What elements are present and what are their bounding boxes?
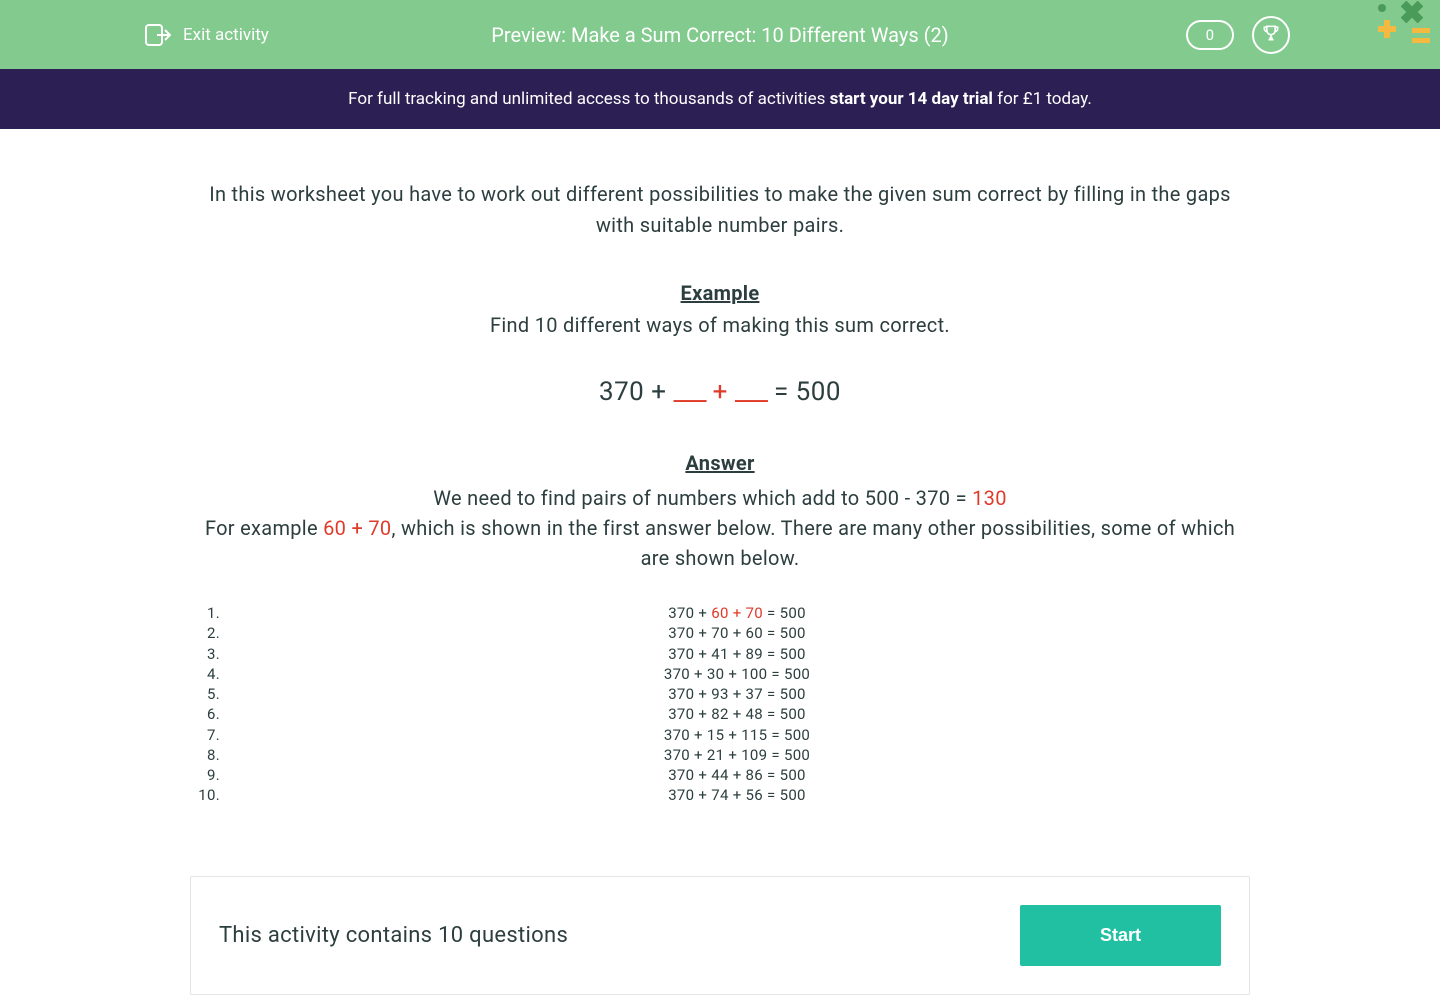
exit-icon (145, 24, 171, 46)
list-item-text: 370 + 15 + 115 = 500 (224, 725, 1250, 745)
list-item-text: 370 + 60 + 70 = 500 (224, 603, 1250, 623)
list-item: 370 + 70 + 60 = 500 (224, 623, 1250, 643)
content-area: In this worksheet you have to work out d… (170, 129, 1270, 995)
list-item-text: 370 + 21 + 109 = 500 (224, 745, 1250, 765)
answer-line2-prefix: For example (205, 516, 323, 540)
page-title: Preview: Make a Sum Correct: 10 Differen… (491, 23, 948, 47)
score-pill[interactable]: 0 (1186, 20, 1234, 50)
top-right-controls: 0 (1186, 16, 1290, 54)
start-button[interactable]: Start (1020, 905, 1221, 966)
list-item: 370 + 60 + 70 = 500 (224, 603, 1250, 623)
answer-label: Answer (190, 451, 1250, 475)
list-item: 370 + 21 + 109 = 500 (224, 745, 1250, 765)
answer-line1-value: 130 (972, 486, 1007, 510)
equation-blank-1: ___ (673, 377, 705, 407)
equation-plus: + (706, 377, 735, 407)
trophy-icon (1261, 23, 1281, 47)
equation: 370 + ___ + ___ = 500 (190, 377, 1250, 407)
answer-line2-suffix: , which is shown in the first answer bel… (391, 516, 1235, 570)
list-item: 370 + 30 + 100 = 500 (224, 664, 1250, 684)
banner-prefix: For full tracking and unlimited access t… (348, 89, 829, 109)
list-item-text: 370 + 44 + 86 = 500 (224, 765, 1250, 785)
list-item-text: 370 + 74 + 56 = 500 (224, 785, 1250, 805)
equation-lhs: 370 + (599, 377, 674, 407)
list-item: 370 + 15 + 115 = 500 (224, 725, 1250, 745)
exit-activity-button[interactable]: Exit activity (145, 24, 269, 46)
answer-list: 370 + 60 + 70 = 500370 + 70 + 60 = 50037… (190, 603, 1250, 806)
list-item-text: 370 + 93 + 37 = 500 (224, 684, 1250, 704)
list-item: 370 + 41 + 89 = 500 (224, 644, 1250, 664)
list-item: 370 + 82 + 48 = 500 (224, 704, 1250, 724)
example-description: Find 10 different ways of making this su… (190, 313, 1250, 337)
activity-footer-card: This activity contains 10 questions Star… (190, 876, 1250, 995)
list-item-text: 370 + 70 + 60 = 500 (224, 623, 1250, 643)
list-item: 370 + 44 + 86 = 500 (224, 765, 1250, 785)
answer-line1-prefix: We need to find pairs of numbers which a… (433, 486, 972, 510)
list-item: 370 + 93 + 37 = 500 (224, 684, 1250, 704)
banner-bold: start your 14 day trial (830, 89, 993, 109)
example-label: Example (190, 281, 1250, 305)
question-count-info: This activity contains 10 questions (219, 923, 568, 948)
banner-suffix: for £1 today. (993, 89, 1092, 109)
answer-line2-highlight: 60 + 70 (323, 516, 391, 540)
list-item-text: 370 + 30 + 100 = 500 (224, 664, 1250, 684)
list-item: 370 + 74 + 56 = 500 (224, 785, 1250, 805)
equation-blank-2: ___ (735, 377, 767, 407)
trial-banner[interactable]: For full tracking and unlimited access t… (0, 69, 1440, 129)
trophy-button[interactable] (1252, 16, 1290, 54)
equation-rhs: = 500 (767, 377, 841, 407)
list-item-text: 370 + 41 + 89 = 500 (224, 644, 1250, 664)
top-bar: Exit activity Preview: Make a Sum Correc… (0, 0, 1440, 69)
exit-activity-label: Exit activity (183, 25, 269, 45)
answer-text: We need to find pairs of numbers which a… (190, 483, 1250, 573)
intro-text: In this worksheet you have to work out d… (190, 179, 1250, 241)
list-item-text: 370 + 82 + 48 = 500 (224, 704, 1250, 724)
brand-logo-icon (1374, 0, 1434, 48)
